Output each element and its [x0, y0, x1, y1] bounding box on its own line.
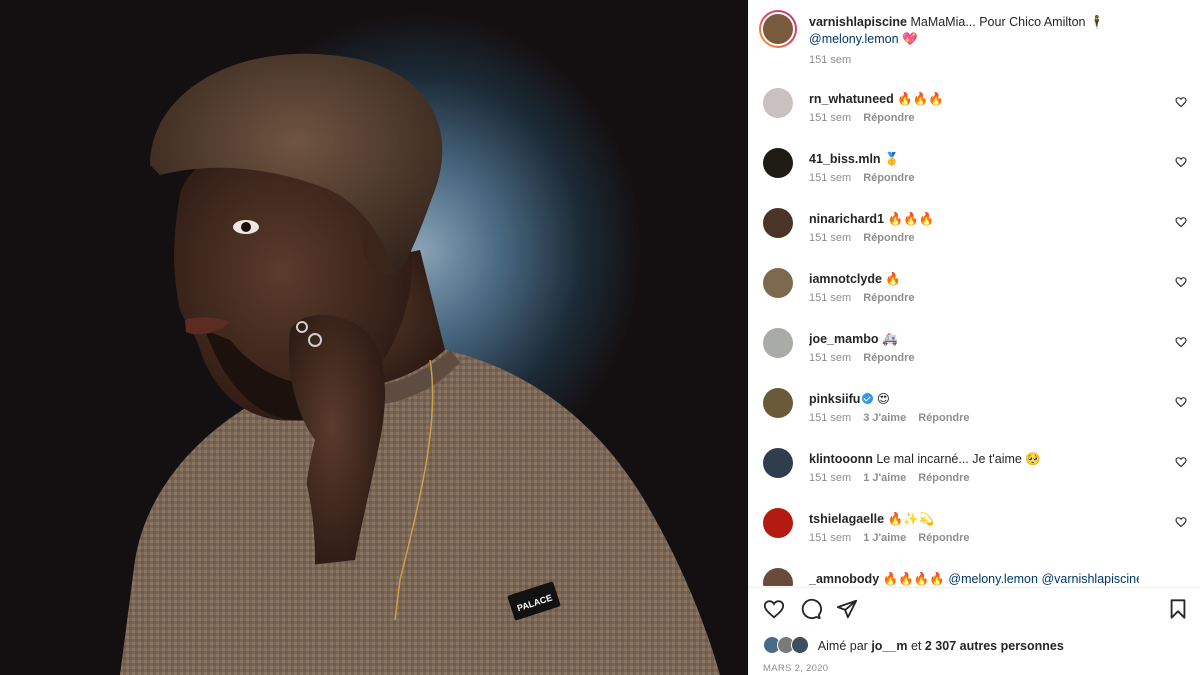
comment-like-heart-icon[interactable] [1175, 96, 1187, 108]
post-image[interactable]: PALACE [0, 0, 748, 675]
comment-username[interactable]: ninarichard1 [809, 212, 884, 226]
avatar[interactable] [763, 388, 793, 418]
comment-body: Le mal incarné... Je t'aime 🥺 [876, 452, 1041, 466]
comment-body: 🔥 [885, 272, 901, 286]
likes-middle: et [910, 639, 922, 653]
avatar[interactable] [763, 448, 793, 478]
comment-meta: 151 sem Répondre [809, 232, 927, 244]
comment-username[interactable]: rn_whatuneed [809, 92, 894, 106]
comment-like-heart-icon[interactable] [1175, 456, 1187, 468]
post-sidebar: varnishlapiscine MaMaMia... Pour Chico A… [748, 0, 1200, 675]
heart-icon[interactable] [763, 598, 785, 620]
comment-time[interactable]: 151 sem [809, 352, 851, 364]
comment-username[interactable]: _amnobody [809, 572, 879, 586]
comment-meta: 151 sem Répondre [809, 292, 927, 304]
comment-mentions[interactable]: @melony.lemon @varnishlapiscine [948, 572, 1139, 586]
comment-time[interactable]: 151 sem [809, 232, 851, 244]
comment-body: 🥇 [884, 152, 900, 166]
comment-likes[interactable]: 3 J'aime [863, 412, 906, 424]
avatar[interactable] [763, 328, 793, 358]
comment-username[interactable]: iamnotclyde [809, 272, 882, 286]
comment-time[interactable]: 151 sem [809, 292, 851, 304]
likes-first-user[interactable]: jo__m [871, 639, 907, 653]
comment-time[interactable]: 151 sem [809, 172, 851, 184]
comment-meta: 151 sem Répondre [809, 172, 927, 184]
comment-body: 😍 [876, 392, 890, 406]
caption-text: varnishlapiscine MaMaMia... Pour Chico A… [809, 14, 1139, 48]
avatar [761, 12, 795, 46]
caption-meta: 151 sem [809, 54, 863, 66]
comment-like-heart-icon[interactable] [1175, 156, 1187, 168]
caption-body: MaMaMia... Pour Chico Amilton 🕴 [910, 15, 1105, 29]
caption-avatar[interactable] [759, 10, 797, 48]
comment-like-heart-icon[interactable] [1175, 276, 1187, 288]
comment-icon[interactable] [800, 598, 822, 620]
comment-meta: 151 sem 1 J'aime Répondre [809, 532, 982, 544]
reply-button[interactable]: Répondre [918, 472, 969, 484]
portrait-illustration: PALACE [120, 53, 720, 675]
reply-button[interactable]: Répondre [863, 112, 914, 124]
comment-body: 🚑 [881, 332, 898, 346]
comment-body: 🔥🔥🔥 [897, 92, 944, 106]
comment-likes[interactable]: 1 J'aime [863, 532, 906, 544]
verified-badge-icon [862, 393, 874, 404]
comment-text: 41_biss.mln 🥇 [809, 150, 1139, 168]
avatar[interactable] [763, 208, 793, 238]
comment-like-heart-icon[interactable] [1175, 396, 1187, 408]
reply-button[interactable]: Répondre [863, 172, 914, 184]
likes-prefix: Aimé par [817, 639, 868, 653]
avatar [791, 636, 809, 654]
comment-meta: 151 sem Répondre [809, 352, 927, 364]
comment-meta: 151 sem 3 J'aime Répondre [809, 412, 982, 424]
comment-meta: 151 sem 1 J'aime Répondre [809, 472, 982, 484]
comment-username[interactable]: klintooonn [809, 452, 873, 466]
post-actions: Aimé par jo__m et 2 307 autres personnes… [749, 587, 1200, 675]
comment-username[interactable]: tshielagaelle [809, 512, 884, 526]
comment-time[interactable]: 151 sem [809, 532, 851, 544]
reply-button[interactable]: Répondre [918, 412, 969, 424]
comment-meta: 151 sem Répondre [809, 112, 927, 124]
comment-text: ninarichard1 🔥🔥🔥 [809, 210, 1139, 228]
avatar[interactable] [763, 88, 793, 118]
comments-list[interactable]: varnishlapiscine MaMaMia... Pour Chico A… [749, 0, 1200, 586]
comment-like-heart-icon[interactable] [1175, 516, 1187, 528]
comment-text: pinksiifu 😍 [809, 390, 1139, 408]
caption-time[interactable]: 151 sem [809, 54, 851, 66]
caption-mention[interactable]: @melony.lemon [809, 32, 899, 46]
caption-username[interactable]: varnishlapiscine [809, 15, 907, 29]
paper-plane-icon[interactable] [836, 598, 858, 620]
comment-text: joe_mambo 🚑 [809, 330, 1139, 348]
reply-button[interactable]: Répondre [918, 532, 969, 544]
comment-body: 🔥🔥🔥🔥 [882, 572, 945, 586]
avatar[interactable] [763, 148, 793, 178]
avatar[interactable] [763, 268, 793, 298]
comment-body: 🔥🔥🔥 [887, 212, 935, 226]
comment-text: rn_whatuneed 🔥🔥🔥 [809, 90, 1139, 108]
comment-username[interactable]: 41_biss.mln [809, 152, 881, 166]
comment-body: 🔥✨💫 [887, 512, 935, 526]
bookmark-icon[interactable] [1167, 598, 1189, 620]
comment-text: iamnotclyde 🔥 [809, 270, 1139, 288]
comment-text: klintooonn Le mal incarné... Je t'aime 🥺 [809, 450, 1139, 468]
comment-like-heart-icon[interactable] [1175, 336, 1187, 348]
comment-time[interactable]: 151 sem [809, 412, 851, 424]
avatar[interactable] [763, 568, 793, 586]
comment-text: tshielagaelle 🔥✨💫 [809, 510, 1139, 528]
reply-button[interactable]: Répondre [863, 292, 914, 304]
post-date[interactable]: MARS 2, 2020 [763, 663, 828, 674]
likes-others[interactable]: 2 307 autres personnes [925, 639, 1064, 653]
comment-likes[interactable]: 1 J'aime [863, 472, 906, 484]
comment-username[interactable]: pinksiifu [809, 392, 860, 406]
reply-button[interactable]: Répondre [863, 232, 914, 244]
caption-emoji: 💖 [902, 32, 918, 46]
comment-time[interactable]: 151 sem [809, 112, 851, 124]
avatar[interactable] [763, 508, 793, 538]
comment-username[interactable]: joe_mambo [809, 332, 878, 346]
likes-summary[interactable]: Aimé par jo__m et 2 307 autres personnes [763, 636, 1064, 654]
comment-time[interactable]: 151 sem [809, 472, 851, 484]
reply-button[interactable]: Répondre [863, 352, 914, 364]
comment-text: _amnobody 🔥🔥🔥🔥 @melony.lemon @varnishlap… [809, 570, 1139, 586]
liker-avatars [763, 636, 813, 654]
comment-like-heart-icon[interactable] [1175, 216, 1187, 228]
